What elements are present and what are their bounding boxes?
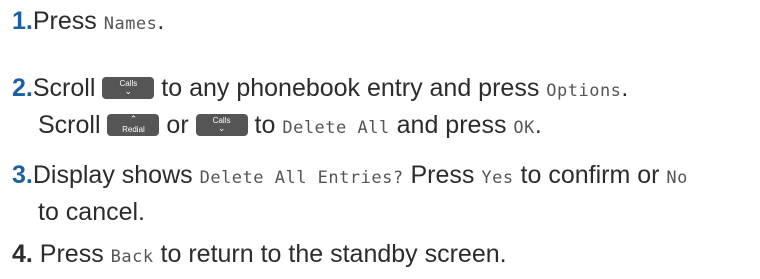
step-text: Scroll bbox=[38, 111, 108, 139]
step-text: to return to the standby screen. bbox=[153, 240, 507, 268]
step-4-line: 4. Press Back to return to the standby s… bbox=[12, 237, 507, 274]
step-number: 1. bbox=[12, 7, 33, 35]
chevron-up-icon: ⌃ bbox=[129, 115, 138, 125]
step-1: 1.Press Names. bbox=[12, 4, 164, 41]
step-2-line-1: 2.Scroll Calls ⌄ to any phonebook entry a… bbox=[12, 71, 628, 108]
step-3: 3.Display shows Delete All Entries? Pres… bbox=[12, 158, 688, 229]
step-number: 3. bbox=[12, 161, 33, 189]
step-2-line-2: Scroll ⌃ Redial or Calls ⌄ to Delete All a… bbox=[12, 108, 628, 145]
step-text: to any phonebook entry and press bbox=[154, 74, 547, 102]
step-2: 2.Scroll Calls ⌄ to any phonebook entry a… bbox=[12, 71, 628, 145]
step-text: . bbox=[534, 111, 542, 139]
chevron-down-icon: ⌄ bbox=[124, 87, 133, 97]
display-text-ok: OK bbox=[513, 118, 535, 138]
display-text-options: Options bbox=[546, 81, 622, 101]
step-text: and press bbox=[389, 111, 514, 139]
display-text-yes: Yes bbox=[481, 168, 514, 188]
display-text-delete-all: Delete All bbox=[282, 118, 390, 138]
calls-key-icon: Calls ⌄ bbox=[195, 114, 248, 136]
step-text: . bbox=[157, 7, 165, 35]
step-text: Display shows bbox=[32, 161, 200, 189]
step-number: 2. bbox=[12, 74, 33, 102]
display-text-names: Names bbox=[103, 14, 158, 34]
display-text-back: Back bbox=[110, 247, 154, 267]
step-number: 4. bbox=[12, 240, 33, 268]
step-3-line-2: to cancel. bbox=[12, 195, 688, 229]
calls-key-icon: Calls ⌄ bbox=[102, 77, 155, 99]
display-text-delete-all-entries: Delete All Entries? bbox=[199, 168, 404, 188]
step-4: 4. Press Back to return to the standby s… bbox=[12, 237, 507, 274]
display-text-no: No bbox=[666, 168, 688, 188]
step-text: Press bbox=[403, 161, 482, 189]
step-1-line: 1.Press Names. bbox=[12, 4, 164, 41]
redial-key-icon: ⌃ Redial bbox=[107, 114, 160, 136]
step-text: . bbox=[621, 74, 629, 102]
chevron-down-icon: ⌄ bbox=[217, 124, 226, 134]
step-text: to bbox=[247, 111, 283, 139]
step-text: Press bbox=[32, 240, 111, 268]
step-3-line-1: 3.Display shows Delete All Entries? Pres… bbox=[12, 158, 688, 195]
step-text: Scroll bbox=[32, 74, 103, 102]
step-text: to cancel. bbox=[38, 198, 146, 226]
step-text: Press bbox=[32, 7, 104, 35]
redial-key-label: Redial bbox=[122, 125, 145, 134]
step-text: to confirm or bbox=[513, 161, 667, 189]
step-text: or bbox=[159, 111, 196, 139]
